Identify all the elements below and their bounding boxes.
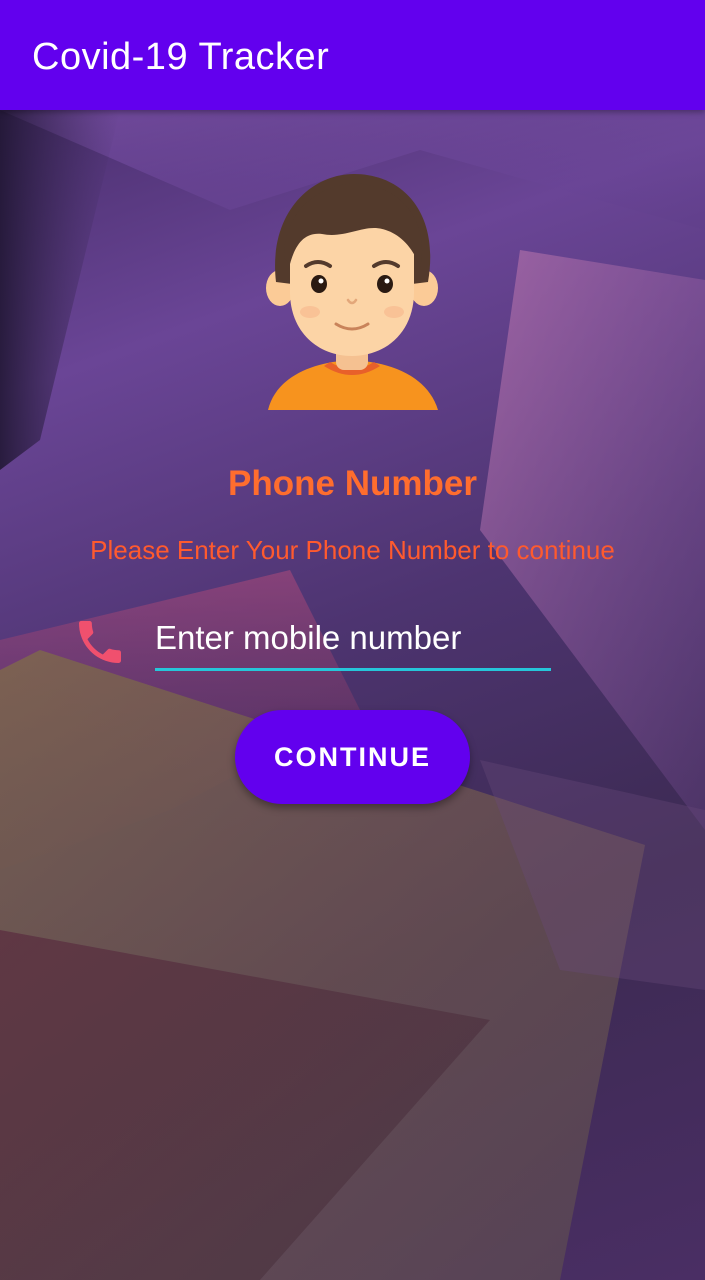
app-bar: Covid-19 Tracker: [0, 0, 705, 110]
phone-icon: [79, 621, 121, 663]
user-avatar-icon: [266, 174, 438, 410]
continue-button[interactable]: CONTINUE: [235, 710, 470, 804]
instruction-text: Please Enter Your Phone Number to contin…: [90, 535, 615, 565]
phone-login-screen: Covid-19 Tracker Phone Number Please Ent…: [0, 0, 705, 1280]
content-area: Phone Number Please Enter Your Phone Num…: [0, 0, 705, 1280]
mobile-number-field: [155, 612, 551, 671]
mobile-number-input[interactable]: [155, 612, 551, 664]
phone-number-heading: Phone Number: [228, 464, 477, 503]
app-title: Covid-19 Tracker: [32, 36, 330, 78]
